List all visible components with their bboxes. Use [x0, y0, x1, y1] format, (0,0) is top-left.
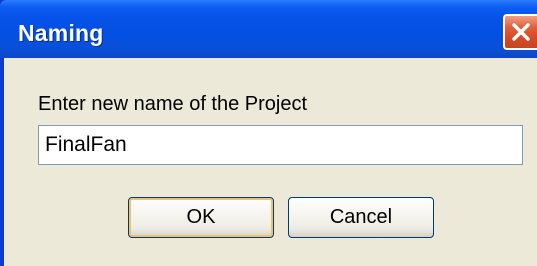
cancel-button[interactable]: Cancel	[288, 197, 434, 238]
title-bar[interactable]: Naming	[0, 0, 537, 58]
naming-dialog: Naming Enter new name of the Project OK …	[0, 0, 537, 266]
dialog-body: Enter new name of the Project OK Cancel	[4, 58, 537, 266]
close-icon	[512, 23, 530, 41]
close-button[interactable]	[503, 14, 537, 50]
window-title: Naming	[18, 20, 104, 46]
prompt-label: Enter new name of the Project	[38, 93, 308, 115]
project-name-input[interactable]	[38, 125, 523, 165]
ok-button[interactable]: OK	[128, 197, 274, 238]
